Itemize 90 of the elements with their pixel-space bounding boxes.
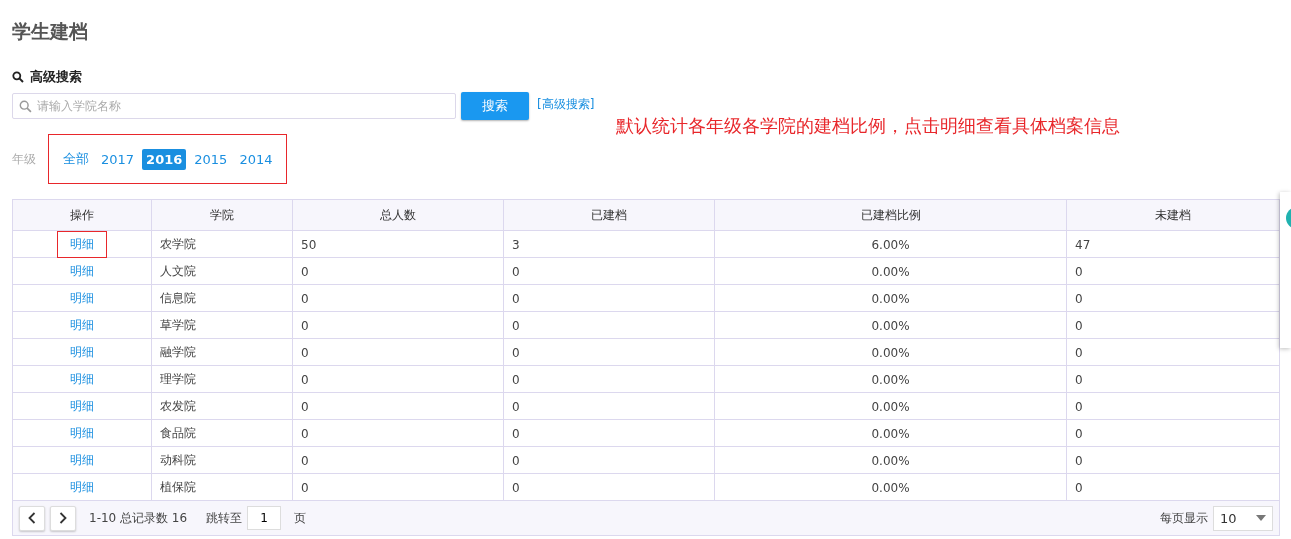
search-icon (19, 100, 32, 113)
table-cell: 信息院 (160, 290, 196, 307)
previous-page-button[interactable] (19, 505, 45, 531)
per-page-select[interactable]: 10 (1213, 505, 1273, 531)
table-cell: 0 (1075, 345, 1083, 360)
table-cell: 农发院 (160, 398, 196, 415)
next-page-button[interactable] (50, 505, 76, 531)
table-cell: 0 (301, 399, 309, 414)
chevron-right-icon (59, 512, 67, 524)
per-page-label: 每页显示 (1160, 509, 1208, 527)
table-cell: 0 (1075, 453, 1083, 468)
table-cell: 47 (1075, 237, 1091, 252)
table-cell: 0 (301, 480, 309, 495)
column-header: 已建档 (504, 200, 715, 230)
table-cell: 50 (301, 237, 317, 252)
table-cell: 0.00% (871, 291, 910, 306)
page-input[interactable]: 1 (247, 506, 282, 530)
table-cell: 0 (512, 291, 520, 306)
detail-link[interactable]: 明细 (70, 345, 94, 359)
detail-link[interactable]: 明细 (70, 264, 94, 278)
table-cell: 6.00% (871, 237, 910, 252)
jump-label: 跳转至 (206, 509, 243, 527)
table-cell: 0 (301, 318, 309, 333)
table-cell: 0.00% (871, 372, 910, 387)
table-cell: 3 (512, 237, 520, 252)
table-cell: 植保院 (160, 479, 196, 496)
grade-option[interactable]: 全部 (59, 147, 93, 171)
detail-link[interactable]: 明细 (70, 318, 94, 332)
table-cell: 0 (1075, 372, 1083, 387)
column-header: 未建档 (1154, 206, 1192, 224)
advanced-search-link[interactable]: [高级搜索] (537, 96, 595, 113)
annotation-note: 默认统计各年级各学院的建档比例，点击明细查看具体档案信息 (616, 114, 1121, 138)
table-cell: 0 (301, 264, 309, 279)
column-header: 总人数 (293, 200, 504, 230)
table-cell: 0 (301, 372, 309, 387)
table-cell: 0 (512, 399, 520, 414)
table-cell: 0 (512, 264, 520, 279)
chevron-left-icon (28, 512, 36, 524)
table-cell: 草学院 (160, 317, 196, 334)
table-cell: 0 (1075, 399, 1083, 414)
table-cell: 0.00% (871, 399, 910, 414)
table-cell: 理学院 (160, 371, 196, 388)
page-unit: 页 (294, 509, 307, 527)
table-cell: 0.00% (871, 318, 910, 333)
detail-link[interactable]: 明细 (70, 399, 94, 413)
grade-label: 年级 (12, 150, 36, 168)
table-cell: 0 (512, 345, 520, 360)
column-header: 操作 (13, 200, 152, 230)
table-cell: 0 (512, 318, 520, 333)
table-cell: 0 (1075, 291, 1083, 306)
table-cell: 0 (301, 426, 309, 441)
detail-link[interactable]: 明细 (70, 426, 94, 440)
table-cell: 0 (1075, 318, 1083, 333)
table-cell: 0 (512, 372, 520, 387)
grade-option[interactable]: 2016 (142, 148, 187, 170)
detail-link[interactable]: 明细 (70, 480, 94, 494)
page-title: 学生建档 (12, 19, 88, 43)
table-cell: 融学院 (160, 344, 196, 361)
table-cell: 0.00% (871, 453, 910, 468)
search-field[interactable]: 请输入学院名称 (12, 93, 456, 119)
table-cell: 0.00% (871, 480, 910, 495)
table-cell: 0 (301, 291, 309, 306)
table-cell: 0 (1075, 480, 1083, 495)
table-cell: 0 (512, 480, 520, 495)
grade-option[interactable]: 2014 (235, 148, 277, 170)
column-header: 学院 (152, 200, 293, 230)
table-cell: 0 (512, 453, 520, 468)
table-cell: 0.00% (871, 264, 910, 279)
search-icon (12, 71, 24, 83)
grade-option[interactable]: 2015 (190, 148, 232, 170)
detail-link[interactable]: 明细 (70, 291, 94, 305)
table-cell: 动科院 (160, 452, 196, 469)
table-cell: 0 (301, 453, 309, 468)
table-cell: 0 (301, 345, 309, 360)
table-cell: 0 (1075, 264, 1083, 279)
search-button[interactable]: 搜索 (461, 92, 529, 120)
grade-option[interactable]: 2017 (97, 148, 139, 170)
table-cell: 0.00% (871, 426, 910, 441)
caret-icon (1256, 515, 1266, 521)
detail-link[interactable]: 明细 (70, 372, 94, 386)
table-cell: 0 (1075, 426, 1083, 441)
table-cell: 0 (512, 426, 520, 441)
section-title: 高级搜索 (30, 68, 82, 86)
table-cell: 食品院 (160, 425, 196, 442)
column-header: 已建档比例 (715, 200, 1067, 230)
detail-link[interactable]: 明细 (70, 453, 94, 467)
table-cell: 人文院 (160, 263, 196, 280)
record-count: 1-10 总记录数 16 (89, 509, 188, 527)
table-cell: 农学院 (160, 236, 196, 253)
table-cell: 0.00% (871, 345, 910, 360)
